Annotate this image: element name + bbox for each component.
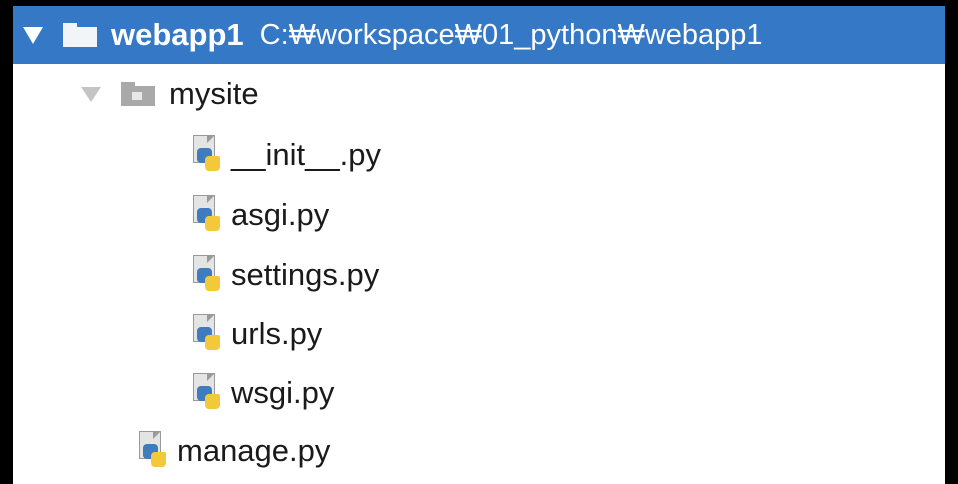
tree-row-file[interactable]: manage.py: [13, 422, 945, 480]
tree-row-file[interactable]: wsgi.py: [13, 364, 945, 422]
tree-row-mysite[interactable]: mysite: [13, 65, 945, 123]
folder-icon: [63, 23, 97, 47]
tree-row-file[interactable]: asgi.py: [13, 186, 945, 244]
triangle-down-icon[interactable]: [81, 86, 101, 102]
python-file-icon: [191, 373, 225, 413]
python-file-icon: [191, 255, 225, 295]
file-name: urls.py: [231, 316, 323, 351]
file-name: settings.py: [231, 257, 380, 292]
python-file-icon: [137, 431, 171, 471]
tree-row-file[interactable]: urls.py: [13, 305, 945, 363]
file-name: __init__.py: [231, 137, 381, 172]
project-name: webapp1: [111, 17, 244, 52]
file-name: wsgi.py: [231, 375, 335, 410]
python-file-icon: [191, 195, 225, 235]
project-tree-panel: webapp1 C:₩workspace₩01_python₩webapp1 m…: [13, 6, 945, 484]
python-file-icon: [191, 314, 225, 354]
tree-row-file[interactable]: __init__.py: [13, 126, 945, 184]
tree-row-file[interactable]: settings.py: [13, 246, 945, 304]
triangle-down-icon[interactable]: [23, 26, 43, 44]
python-file-icon: [191, 135, 225, 175]
package-name: mysite: [169, 76, 259, 111]
file-name: asgi.py: [231, 197, 330, 232]
tree-row-project-root[interactable]: webapp1 C:₩workspace₩01_python₩webapp1: [13, 6, 945, 64]
project-path: C:₩workspace₩01_python₩webapp1: [259, 18, 763, 51]
package-folder-icon: [121, 82, 155, 106]
file-name: manage.py: [177, 433, 331, 468]
